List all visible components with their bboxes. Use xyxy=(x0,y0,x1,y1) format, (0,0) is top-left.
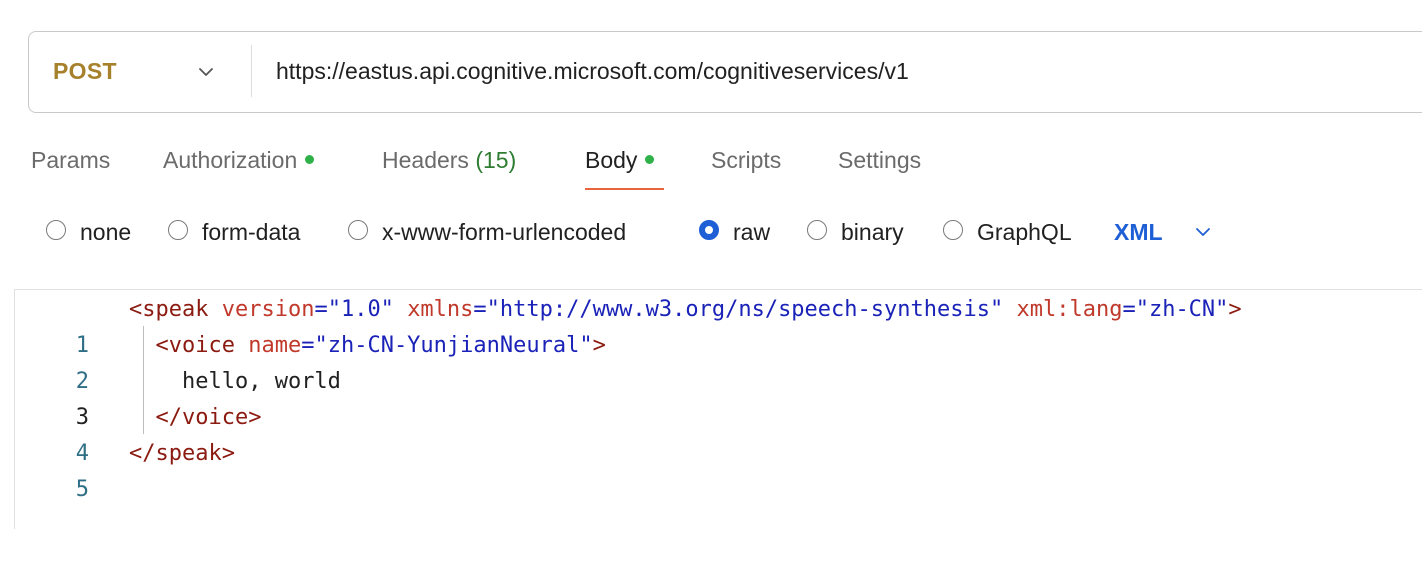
option-label: GraphQL xyxy=(977,219,1072,245)
option-label: form-data xyxy=(202,219,301,245)
editor-line: 5 </speak> xyxy=(15,436,1415,502)
tab-scripts[interactable]: Scripts xyxy=(711,140,781,180)
xml-tag: </speak> xyxy=(129,441,235,466)
option-label: x-www-form-urlencoded xyxy=(382,219,627,245)
method-select[interactable]: POST xyxy=(53,32,117,111)
editor-line: 1 <speak version="1.0" xmlns="http://www… xyxy=(15,292,1415,358)
tab-label: Body xyxy=(585,147,638,173)
tab-label: Scripts xyxy=(711,147,782,173)
xml-tag: </voice> xyxy=(155,405,262,430)
xml-eq: = xyxy=(301,333,315,358)
option-label: binary xyxy=(841,219,904,245)
radio-icon[interactable] xyxy=(168,220,188,240)
active-tab-underline xyxy=(585,188,664,190)
body-editor[interactable]: 1 <speak version="1.0" xmlns="http://www… xyxy=(14,289,1422,529)
tab-label: Authorization xyxy=(163,147,298,173)
option-label: none xyxy=(80,219,132,245)
code-line: <speak version="1.0" xmlns="http://www.w… xyxy=(129,292,1242,328)
xml-value: "zh-CN" xyxy=(1135,297,1229,322)
xml-eq: = xyxy=(314,297,328,322)
xml-eq: = xyxy=(1122,297,1136,322)
url-divider xyxy=(251,45,252,97)
editor-line: 2 <voice name="zh-CN-YunjianNeural"> xyxy=(15,328,1415,394)
xml-value: "http://www.w3.org/ns/speech-synthesis" xyxy=(486,297,1004,322)
xml-value: "1.0" xyxy=(327,297,394,322)
xml-tag: > xyxy=(1228,297,1242,322)
tab-label: Params xyxy=(31,147,111,173)
code-line: hello, world xyxy=(129,364,341,400)
headers-count: (15) xyxy=(475,147,517,173)
url-input[interactable]: https://eastus.api.cognitive.microsoft.c… xyxy=(276,32,909,111)
radio-icon[interactable] xyxy=(807,220,827,240)
editor-line: 4 </voice> xyxy=(15,400,1415,466)
xml-attr: xml:lang xyxy=(1016,297,1123,322)
chevron-down-icon[interactable] xyxy=(195,61,217,83)
xml-value: "zh-CN-YunjianNeural" xyxy=(314,333,593,358)
tab-authorization[interactable]: Authorization xyxy=(163,140,315,180)
xml-attr: xmlns xyxy=(407,297,474,322)
radio-icon[interactable] xyxy=(348,220,368,240)
xml-eq: = xyxy=(473,297,487,322)
xml-tag: <voice xyxy=(155,333,235,358)
status-dot-icon xyxy=(305,155,315,165)
tab-body[interactable]: Body xyxy=(585,140,655,180)
request-url-bar: POST https://eastus.api.cognitive.micros… xyxy=(28,31,1422,113)
xml-tag: > xyxy=(592,333,606,358)
tab-label: Settings xyxy=(838,147,922,173)
xml-attr: version xyxy=(221,297,315,322)
raw-language-select[interactable]: XML xyxy=(1114,214,1163,250)
status-dot-icon xyxy=(645,155,655,165)
line-number: 5 xyxy=(75,477,89,502)
xml-attr: name xyxy=(248,333,302,358)
chevron-down-icon[interactable] xyxy=(1192,221,1214,243)
code-line: <voice name="zh-CN-YunjianNeural"> xyxy=(129,328,606,364)
option-label: raw xyxy=(733,219,771,245)
radio-checked-icon[interactable] xyxy=(699,220,719,240)
code-line: </speak> xyxy=(129,436,235,472)
xml-tag: <speak xyxy=(129,297,209,322)
tab-headers[interactable]: Headers (15) xyxy=(382,140,516,180)
xml-text: hello, world xyxy=(181,369,341,394)
radio-icon[interactable] xyxy=(46,220,66,240)
tab-params[interactable]: Params xyxy=(31,140,110,180)
radio-icon[interactable] xyxy=(943,220,963,240)
editor-line: 3 hello, world xyxy=(15,364,1415,430)
code-line: </voice> xyxy=(129,400,262,436)
tab-settings[interactable]: Settings xyxy=(838,140,921,180)
tab-label: Headers xyxy=(382,147,469,173)
